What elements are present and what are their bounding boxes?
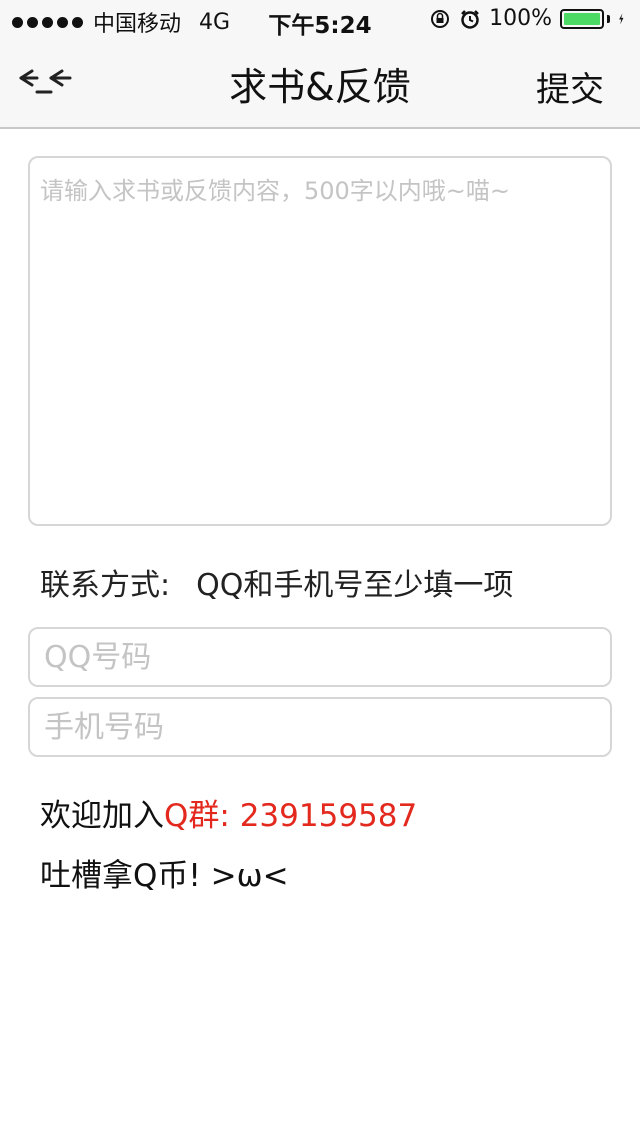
top-bar: 中国移动 4G 下午5:24 100% 求书&反馈 提交	[0, 0, 640, 129]
battery-percent: 100%	[489, 6, 552, 31]
navigation-bar: 求书&反馈 提交	[0, 40, 640, 128]
battery-fill	[564, 12, 600, 25]
qq-number-input[interactable]	[28, 627, 612, 687]
battery-icon	[560, 8, 610, 29]
status-right: 100%	[429, 6, 630, 31]
submit-button[interactable]: 提交	[536, 62, 604, 111]
alarm-icon	[461, 9, 479, 29]
contact-hint: QQ和手机号至少填一项	[196, 568, 514, 603]
phone-number-input[interactable]	[28, 697, 612, 757]
contact-label: 联系方式:	[40, 568, 171, 603]
contact-info-row: 联系方式: QQ和手机号至少填一项	[40, 560, 513, 604]
join-prefix: 欢迎加入	[40, 798, 164, 834]
join-group-line: 欢迎加入Q群: 239159587	[40, 790, 417, 835]
qq-group-number: Q群: 239159587	[164, 798, 418, 834]
feedback-content-textarea[interactable]	[28, 156, 612, 526]
status-bar: 中国移动 4G 下午5:24 100%	[0, 0, 640, 40]
tucao-line: 吐槽拿Q币! >ω<	[40, 858, 289, 894]
charging-bolt-icon	[619, 13, 624, 24]
rotation-lock-icon	[431, 9, 450, 28]
